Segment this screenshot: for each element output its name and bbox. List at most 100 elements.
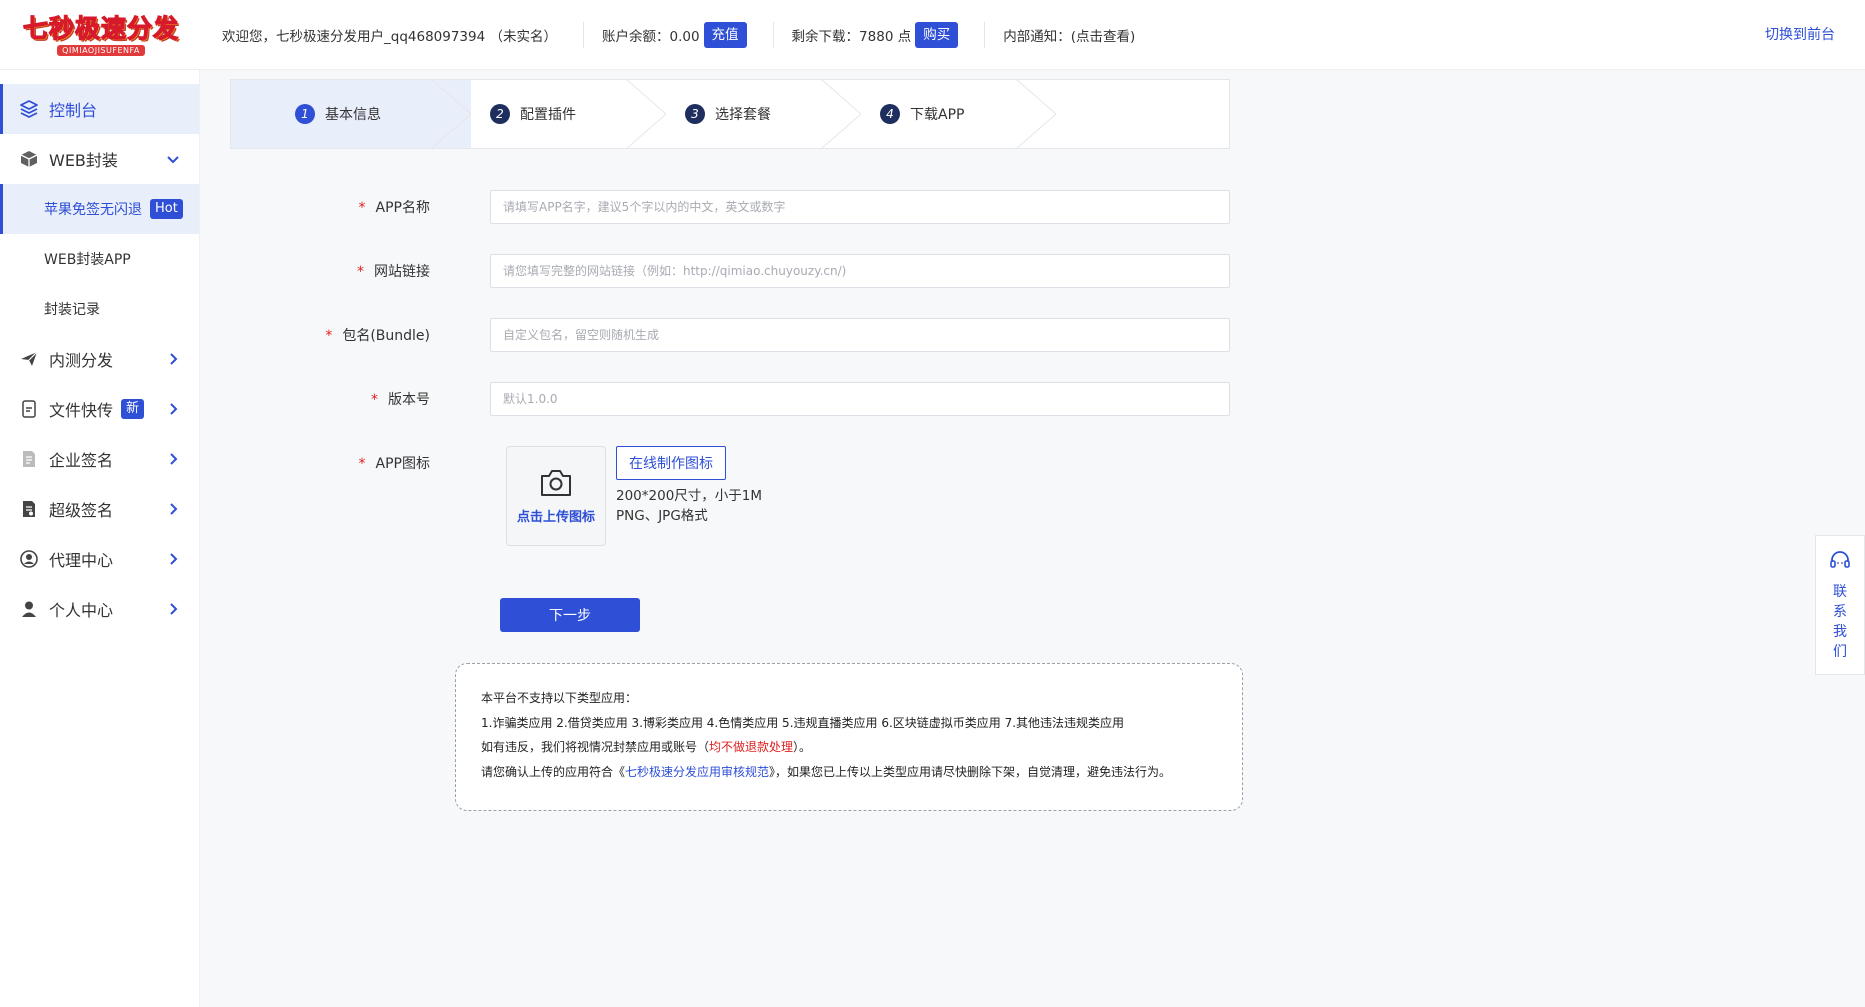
sidebar-subitem-label: WEB封装APP bbox=[44, 252, 131, 268]
notice-line: 本平台不支持以下类型应用： bbox=[481, 691, 638, 705]
contact-us-label: 联系我们 bbox=[1833, 584, 1847, 660]
sidebar-item-label: 个人中心 bbox=[49, 601, 114, 620]
chevron-right-icon bbox=[165, 551, 181, 567]
sidebar-subitem-apple-free-sign[interactable]: 苹果免签无闪退 Hot bbox=[0, 184, 199, 234]
hot-badge: Hot bbox=[150, 199, 183, 219]
sidebar-item-label: 代理中心 bbox=[49, 551, 114, 570]
next-step-button[interactable]: 下一步 bbox=[500, 598, 640, 632]
form-row-site-url: * 网站链接 bbox=[230, 254, 1230, 288]
user-icon bbox=[18, 598, 40, 620]
sidebar-item-file-transfer[interactable]: 文件快传 新 bbox=[0, 384, 199, 434]
notice-line: 请您确认上传的应用符合《七秒极速分发应用审核规范》，如果您已上传以上类型应用请尽… bbox=[481, 764, 1172, 779]
notice-line: 1.诈骗类应用 2.借贷类应用 3.博彩类应用 4.色情类应用 5.违规直播类应… bbox=[481, 715, 1125, 730]
site-url-label: * 网站链接 bbox=[357, 264, 430, 280]
headset-icon bbox=[1830, 551, 1850, 568]
form-row-app-icon: * APP图标 bbox=[230, 446, 460, 480]
header-divider bbox=[772, 21, 774, 48]
file-sign-icon bbox=[18, 498, 40, 520]
bundle-label: * 包名(Bundle) bbox=[325, 328, 430, 344]
app-name-label: * APP名称 bbox=[358, 200, 430, 216]
required-mark: * bbox=[371, 392, 378, 408]
sidebar-subitem-label: 封装记录 bbox=[44, 302, 100, 318]
contact-us-button[interactable]: 联系我们 bbox=[1815, 535, 1865, 675]
step-label: 配置插件 bbox=[520, 107, 576, 123]
sidebar-item-web-wrap[interactable]: WEB封装 bbox=[0, 134, 199, 184]
step-label: 选择套餐 bbox=[715, 107, 771, 123]
form-row-version: * 版本号 bbox=[230, 382, 1230, 416]
agent-icon bbox=[18, 548, 40, 570]
new-badge: 新 bbox=[121, 399, 145, 419]
chevron-right-icon bbox=[165, 601, 181, 617]
balance-text: 账户余额：0.00 bbox=[601, 28, 700, 45]
step-separator bbox=[626, 80, 666, 148]
required-mark: * bbox=[358, 456, 366, 472]
sidebar-item-agent-center[interactable]: 代理中心 bbox=[0, 534, 199, 584]
step-separator bbox=[821, 80, 861, 148]
site-url-input[interactable] bbox=[490, 254, 1230, 288]
downloads-group: 剩余下载：7880 点 购买 bbox=[792, 0, 959, 70]
box-icon bbox=[18, 148, 40, 170]
sidebar-subitem-web-app[interactable]: WEB封装APP bbox=[0, 234, 199, 284]
notice-line: 如有违反，我们将视情况封禁应用或账号（均不做退款处理）。 bbox=[481, 740, 812, 754]
policy-notice: 本平台不支持以下类型应用： 1.诈骗类应用 2.借贷类应用 3.博彩类应用 4.… bbox=[455, 663, 1243, 811]
icon-upload-box[interactable]: 点击上传图标 bbox=[506, 446, 606, 546]
document-icon bbox=[18, 448, 40, 470]
step-basic-info[interactable]: 1 基本信息 bbox=[295, 80, 381, 148]
chevron-down-icon bbox=[165, 151, 181, 167]
sidebar-item-label: WEB封装 bbox=[49, 151, 118, 170]
layers-icon bbox=[18, 98, 40, 120]
header-divider bbox=[582, 21, 584, 48]
sidebar-item-label: 文件快传 bbox=[49, 401, 114, 420]
no-refund-text: 均不做退款处理 bbox=[709, 740, 794, 754]
sidebar-item-label: 企业签名 bbox=[49, 451, 114, 470]
buy-button[interactable]: 购买 bbox=[915, 21, 959, 48]
header-divider bbox=[984, 21, 986, 48]
required-mark: * bbox=[325, 328, 333, 344]
version-input[interactable] bbox=[490, 382, 1230, 416]
recharge-button[interactable]: 充值 bbox=[703, 21, 747, 48]
wizard-steps: 1 基本信息 2 配置插件 3 选择套餐 4 下载APP bbox=[230, 79, 1230, 149]
step-separator bbox=[431, 80, 471, 148]
icon-hint: 200*200尺寸，小于1M PNG、JPG格式 bbox=[616, 486, 762, 526]
step-choose-package[interactable]: 3 选择套餐 bbox=[685, 80, 771, 148]
app-name-input[interactable] bbox=[490, 190, 1230, 224]
welcome-text: 欢迎您，七秒极速分发用户_qq468097394 （未实名） bbox=[222, 28, 557, 45]
sidebar-item-label: 内测分发 bbox=[49, 351, 114, 370]
sidebar-item-enterprise-sign[interactable]: 企业签名 bbox=[0, 434, 199, 484]
step-number: 4 bbox=[880, 104, 900, 124]
balance-group: 账户余额：0.00 充值 bbox=[602, 0, 747, 70]
step-configure-plugins[interactable]: 2 配置插件 bbox=[490, 80, 576, 148]
required-mark: * bbox=[358, 200, 366, 216]
upload-icon-label: 点击上传图标 bbox=[516, 509, 595, 525]
internal-notice-link[interactable]: 内部通知：(点击查看) bbox=[1003, 0, 1135, 70]
step-number: 1 bbox=[295, 104, 315, 124]
version-label: * 版本号 bbox=[371, 392, 430, 408]
step-label: 基本信息 bbox=[325, 107, 381, 123]
bundle-input[interactable] bbox=[490, 318, 1230, 352]
required-mark: * bbox=[357, 264, 364, 280]
step-number: 2 bbox=[490, 104, 510, 124]
step-number: 3 bbox=[685, 104, 705, 124]
sidebar-item-label: 控制台 bbox=[49, 101, 98, 120]
remaining-downloads-text: 剩余下载：7880 点 bbox=[791, 28, 912, 45]
review-guidelines-link[interactable]: 七秒极速分发应用审核规范 bbox=[625, 765, 769, 779]
sidebar-item-personal-center[interactable]: 个人中心 bbox=[0, 584, 199, 634]
sidebar-item-beta-distribution[interactable]: 内测分发 bbox=[0, 334, 199, 384]
form-row-app-name: * APP名称 bbox=[230, 190, 1230, 224]
brand-logo[interactable]: 七秒极速分发 QIMIAOJISUFENFA bbox=[0, 0, 190, 70]
sidebar-subitem-wrap-records[interactable]: 封装记录 bbox=[0, 284, 199, 334]
sidebar: 控制台 WEB封装 苹果免签无闪退 Hot WEB封装APP 封装记录 内测分发… bbox=[0, 70, 200, 1007]
icon-size-hint: 200*200尺寸，小于1M bbox=[616, 488, 763, 504]
make-icon-online-button[interactable]: 在线制作图标 bbox=[616, 446, 726, 480]
switch-to-front-link[interactable]: 切换到前台 bbox=[1765, 0, 1835, 70]
sidebar-item-label: 超级签名 bbox=[49, 501, 114, 520]
chevron-right-icon bbox=[165, 451, 181, 467]
logo-subtext: QIMIAOJISUFENFA bbox=[57, 44, 145, 56]
step-download-app[interactable]: 4 下载APP bbox=[880, 80, 964, 148]
chevron-right-icon bbox=[165, 401, 181, 417]
sidebar-item-super-sign[interactable]: 超级签名 bbox=[0, 484, 199, 534]
file-transfer-icon bbox=[18, 398, 40, 420]
paper-plane-icon bbox=[18, 348, 40, 370]
sidebar-item-dashboard[interactable]: 控制台 bbox=[0, 84, 199, 134]
form-row-bundle: * 包名(Bundle) bbox=[230, 318, 1230, 352]
